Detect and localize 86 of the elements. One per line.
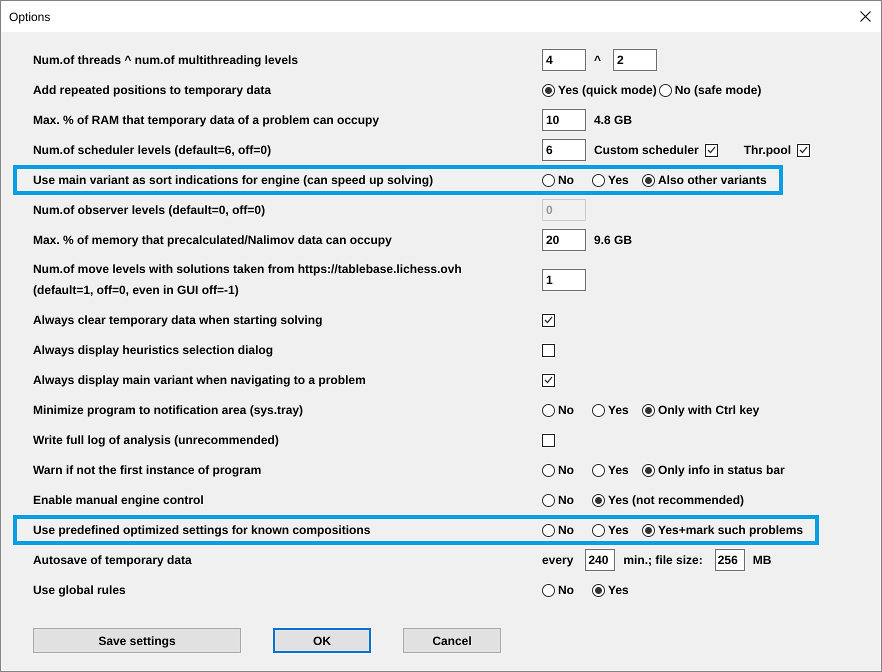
checkbox[interactable]	[542, 344, 555, 356]
option-text: 9.6 GB	[594, 232, 632, 249]
radio-option[interactable]: No	[542, 461, 592, 479]
radio-option[interactable]: Yes (quick mode)	[542, 81, 659, 99]
radio-option[interactable]: Yes	[592, 581, 642, 599]
dialog-button[interactable]: Cancel	[403, 628, 501, 653]
radio-button[interactable]	[658, 84, 672, 96]
setting-label: Num.of observer levels (default=0, off=0)	[33, 202, 266, 218]
setting-label: (default=1, off=0, even in GUI off=-1)	[33, 282, 240, 299]
setting-label: Enable manual engine control	[33, 492, 205, 508]
radio-button[interactable]	[592, 524, 605, 536]
option-text: MB	[752, 552, 772, 569]
checkbox-option[interactable]: Thr.pool	[744, 141, 810, 159]
option-text: min.; file size:	[623, 552, 703, 569]
radio-button[interactable]	[642, 464, 655, 476]
window-title: Options	[9, 8, 50, 26]
number-field[interactable]: 256	[714, 549, 745, 571]
checkbox[interactable]	[542, 434, 555, 446]
number-field[interactable]: 2	[613, 49, 658, 71]
setting-label: Always display main variant when navigating to a problem	[33, 372, 367, 388]
setting-label: Use main variant as sort indications for engine (can speed up solving)	[33, 172, 434, 188]
radio-option[interactable]: No	[542, 581, 592, 599]
setting-label: Warn if not the first instance of program	[33, 462, 262, 478]
setting-label: Write full log of analysis (unrecommended)	[33, 432, 280, 448]
radio-option[interactable]: Yes	[592, 171, 642, 189]
checkbox[interactable]	[704, 144, 718, 156]
radio-option[interactable]: Only info in status bar	[642, 461, 787, 479]
radio-button[interactable]	[592, 584, 605, 596]
checkbox[interactable]	[542, 374, 555, 386]
setting-label: Always display heuristics selection dialog	[33, 342, 274, 358]
radio-button[interactable]	[542, 174, 555, 186]
number-field[interactable]: 240	[585, 549, 616, 571]
radio-button[interactable]	[642, 174, 655, 186]
radio-button[interactable]	[642, 524, 655, 536]
radio-button[interactable]	[542, 464, 555, 476]
setting-label: Num.of threads ^ num.of multithreading levels	[33, 52, 300, 68]
radio-button[interactable]	[542, 494, 555, 506]
radio-option[interactable]: No (safe mode)	[658, 81, 764, 99]
close-icon[interactable]	[860, 11, 871, 22]
number-field[interactable]: 4	[542, 49, 586, 71]
setting-label: Use predefined optimized settings for known compositions	[33, 522, 372, 538]
radio-option[interactable]: Yes+mark such problems	[642, 521, 806, 539]
checkmark-icon	[544, 376, 553, 384]
checkbox[interactable]	[542, 314, 555, 326]
radio-button[interactable]	[542, 404, 555, 416]
dialog-button[interactable]: Save settings	[33, 628, 241, 653]
radio-option[interactable]: No	[542, 491, 592, 509]
radio-button[interactable]	[542, 84, 555, 96]
radio-button[interactable]	[592, 494, 605, 506]
option-text: every	[542, 552, 574, 569]
radio-option[interactable]: No	[542, 521, 592, 539]
radio-option[interactable]: Yes	[592, 521, 642, 539]
radio-option[interactable]: Yes	[592, 401, 642, 419]
number-field[interactable]: 20	[542, 229, 586, 251]
number-field[interactable]: 10	[542, 109, 586, 131]
radio-button[interactable]	[592, 174, 605, 186]
radio-option[interactable]: Only with Ctrl key	[642, 401, 762, 419]
number-field[interactable]: 6	[542, 139, 586, 161]
option-text: 4.8 GB	[594, 112, 632, 129]
radio-option[interactable]: No	[542, 171, 592, 189]
radio-option[interactable]: Yes	[592, 461, 642, 479]
radio-button[interactable]	[542, 524, 555, 536]
checkmark-icon	[544, 316, 553, 324]
dialog-button[interactable]: OK	[273, 628, 371, 653]
setting-label: Add repeated positions to temporary data	[33, 82, 272, 98]
radio-button[interactable]	[642, 404, 655, 416]
setting-label: Num.of move levels with solutions taken from https://tablebase.lichess.ovh	[33, 261, 463, 278]
setting-label: Max. % of memory that precalculated/Nalimov data can occupy	[33, 232, 393, 248]
radio-button[interactable]	[592, 464, 605, 476]
radio-option[interactable]: No	[542, 401, 592, 419]
checkmark-icon	[706, 146, 716, 154]
radio-button[interactable]	[592, 404, 605, 416]
setting-label: Use global rules	[33, 582, 127, 598]
setting-label: Autosave of temporary data	[33, 552, 193, 568]
setting-label: Minimize program to notification area (sys.tray)	[33, 402, 304, 418]
radio-option[interactable]: Yes (not recommended)	[592, 491, 746, 509]
checkmark-icon	[799, 146, 808, 154]
option-text: ^	[594, 52, 602, 69]
setting-label: Num.of scheduler levels (default=6, off=0)	[33, 142, 272, 158]
setting-label: Max. % of RAM that temporary data of a problem can occupy	[33, 112, 380, 128]
checkbox-option[interactable]: Custom scheduler	[594, 141, 718, 159]
radio-button[interactable]	[542, 584, 555, 596]
radio-option[interactable]: Also other variants	[642, 171, 769, 189]
setting-label: Always clear temporary data when starting solving	[33, 312, 324, 328]
checkbox[interactable]	[797, 144, 810, 156]
number-field[interactable]: 1	[542, 269, 586, 291]
